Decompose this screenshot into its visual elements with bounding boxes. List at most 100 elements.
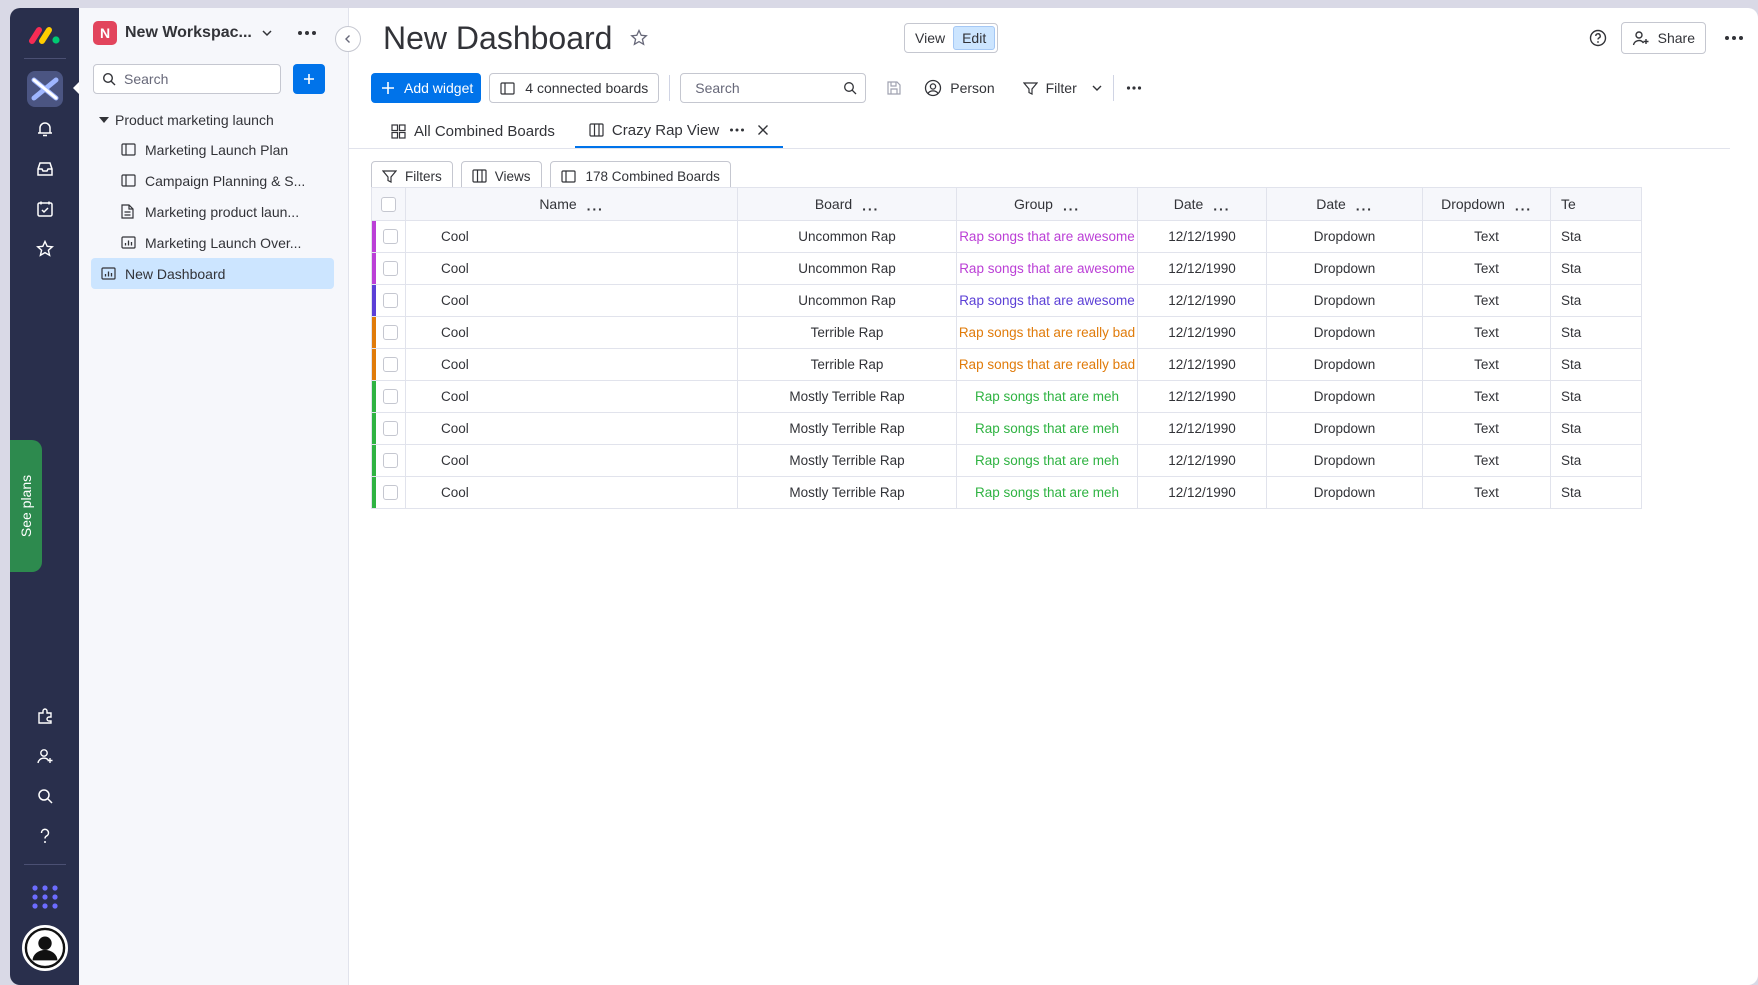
table-row[interactable]: Cool Uncommon Rap Rap songs that are aweso… (371, 284, 1642, 317)
my-work-icon[interactable] (27, 191, 63, 227)
column-menu-icon[interactable]: ··· (862, 201, 879, 217)
chevron-down-icon[interactable] (1091, 82, 1103, 94)
board-cell[interactable]: Mostly Terrible Rap (737, 380, 957, 413)
group-cell[interactable]: Rap songs that are meh (956, 412, 1138, 445)
group-cell[interactable]: Rap songs that are meh (956, 444, 1138, 477)
name-cell[interactable]: Cool (405, 252, 738, 285)
dropdown-cell[interactable]: Text (1422, 316, 1551, 349)
help-circle-icon[interactable] (1589, 29, 1607, 47)
more-options-icon[interactable] (297, 30, 317, 36)
close-icon[interactable] (757, 124, 769, 136)
workspace-header[interactable]: N New Workspac... (79, 8, 348, 58)
column-header-name[interactable]: Name ··· (405, 187, 738, 221)
row-checkbox[interactable] (383, 293, 398, 309)
apps-grid-icon[interactable] (27, 879, 63, 915)
column-header-text[interactable]: Te (1550, 187, 1642, 221)
favorites-icon[interactable] (27, 231, 63, 267)
collapse-sidebar-button[interactable] (335, 26, 361, 52)
table-row[interactable]: Cool Uncommon Rap Rap songs that are aweso… (371, 252, 1642, 285)
name-cell[interactable]: Cool (405, 380, 738, 413)
row-select-cell[interactable] (371, 412, 406, 445)
sidebar-item-new-dashboard[interactable]: New Dashboard (91, 258, 334, 289)
date-2-cell[interactable]: Dropdown (1266, 220, 1423, 253)
dropdown-cell[interactable]: Text (1422, 380, 1551, 413)
inbox-icon[interactable] (27, 151, 63, 187)
row-checkbox[interactable] (383, 261, 398, 277)
name-cell[interactable]: Cool (405, 220, 738, 253)
row-select-cell[interactable] (371, 380, 406, 413)
sidebar-item-marketing-product-launch[interactable]: Marketing product laun... (79, 196, 348, 227)
row-checkbox[interactable] (383, 357, 398, 373)
chevron-down-icon[interactable] (261, 27, 273, 39)
person-filter[interactable]: Person (924, 79, 995, 97)
row-checkbox[interactable] (383, 325, 398, 341)
share-button[interactable]: Share (1620, 22, 1706, 54)
row-select-cell[interactable] (371, 220, 406, 253)
date-2-cell[interactable]: Dropdown (1266, 412, 1423, 445)
table-row[interactable]: Cool Mostly Terrible Rap Rap songs that ar… (371, 380, 1642, 413)
dropdown-cell[interactable]: Text (1422, 476, 1551, 509)
sidebar-item-marketing-launch-plan[interactable]: Marketing Launch Plan (79, 134, 348, 165)
column-header-date[interactable]: Date ··· (1137, 187, 1267, 221)
board-cell[interactable]: Uncommon Rap (737, 284, 957, 317)
date-2-cell[interactable]: Dropdown (1266, 348, 1423, 381)
board-cell[interactable]: Uncommon Rap (737, 220, 957, 253)
group-cell[interactable]: Rap songs that are really bad (956, 348, 1138, 381)
monday-logo[interactable] (28, 22, 62, 48)
column-header-dropdown[interactable]: Dropdown ··· (1422, 187, 1551, 221)
connected-boards-button[interactable]: 4 connected boards (489, 73, 660, 103)
dropdown-cell[interactable]: Text (1422, 252, 1551, 285)
column-header-date-2[interactable]: Date ··· (1266, 187, 1423, 221)
board-cell[interactable]: Terrible Rap (737, 348, 957, 381)
table-row[interactable]: Cool Mostly Terrible Rap Rap songs that ar… (371, 412, 1642, 445)
column-menu-icon[interactable]: ··· (1515, 201, 1532, 217)
workspace-app-icon[interactable] (26, 71, 80, 107)
date-cell[interactable]: 12/12/1990 (1137, 316, 1267, 349)
date-cell[interactable]: 12/12/1990 (1137, 252, 1267, 285)
select-all-checkbox[interactable] (381, 197, 396, 213)
view-button[interactable]: View (907, 26, 953, 50)
date-cell[interactable]: 12/12/1990 (1137, 284, 1267, 317)
star-icon[interactable] (630, 29, 649, 47)
save-icon[interactable] (886, 80, 902, 96)
column-header-group[interactable]: Group ··· (956, 187, 1138, 221)
row-select-cell[interactable] (371, 252, 406, 285)
table-row[interactable]: Cool Uncommon Rap Rap songs that are aweso… (371, 220, 1642, 253)
search-icon[interactable] (27, 778, 63, 814)
more-options-icon[interactable] (729, 127, 745, 133)
column-menu-icon[interactable]: ··· (587, 201, 604, 217)
help-icon[interactable] (27, 818, 63, 854)
page-title[interactable]: New Dashboard (383, 20, 612, 57)
tab-crazy-rap-view[interactable]: Crazy Rap View (574, 114, 784, 148)
group-cell[interactable]: Rap songs that are meh (956, 476, 1138, 509)
dropdown-cell[interactable]: Text (1422, 220, 1551, 253)
group-cell[interactable]: Rap songs that are awesome (956, 252, 1138, 285)
tab-all-combined-boards[interactable]: All Combined Boards (387, 114, 559, 148)
text-cell[interactable]: Sta (1550, 444, 1642, 477)
column-menu-icon[interactable]: ··· (1213, 201, 1230, 217)
table-row[interactable]: Cool Terrible Rap Rap songs that are reall… (371, 316, 1642, 349)
dropdown-cell[interactable]: Text (1422, 412, 1551, 445)
user-avatar[interactable] (21, 925, 68, 971)
filter-button[interactable]: Filter (1022, 80, 1103, 96)
sidebar-search-input[interactable]: Search (93, 64, 281, 94)
row-checkbox[interactable] (383, 229, 398, 245)
date-2-cell[interactable]: Dropdown (1266, 380, 1423, 413)
name-cell[interactable]: Cool (405, 316, 738, 349)
row-checkbox[interactable] (383, 485, 398, 501)
table-row[interactable]: Cool Mostly Terrible Rap Rap songs that ar… (371, 444, 1642, 477)
sidebar-item-marketing-launch-overview[interactable]: Marketing Launch Over... (79, 227, 348, 258)
row-checkbox[interactable] (383, 453, 398, 469)
board-cell[interactable]: Mostly Terrible Rap (737, 412, 957, 445)
board-cell[interactable]: Mostly Terrible Rap (737, 476, 957, 509)
text-cell[interactable]: Sta (1550, 412, 1642, 445)
date-cell[interactable]: 12/12/1990 (1137, 476, 1267, 509)
more-options-icon[interactable] (1126, 85, 1142, 91)
date-cell[interactable]: 12/12/1990 (1137, 444, 1267, 477)
sidebar-item-campaign-planning[interactable]: Campaign Planning & S... (79, 165, 348, 196)
text-cell[interactable]: Sta (1550, 380, 1642, 413)
date-2-cell[interactable]: Dropdown (1266, 284, 1423, 317)
date-cell[interactable]: 12/12/1990 (1137, 412, 1267, 445)
row-checkbox[interactable] (383, 389, 398, 405)
text-cell[interactable]: Sta (1550, 220, 1642, 253)
